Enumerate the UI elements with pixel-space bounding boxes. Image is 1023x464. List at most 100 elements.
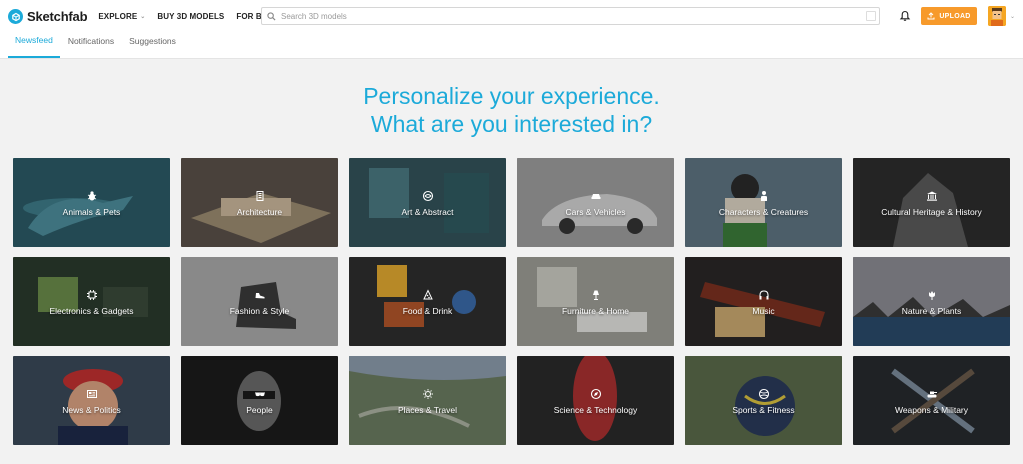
category-label: Nature & Plants xyxy=(901,305,962,316)
card-overlay xyxy=(517,356,674,445)
building-icon xyxy=(253,189,267,203)
lamp-icon xyxy=(589,288,603,302)
category-card-cars-vehicles[interactable]: Cars & Vehicles xyxy=(517,158,674,247)
sun-icon xyxy=(421,387,435,401)
card-overlay xyxy=(181,356,338,445)
page-heading: Personalize your experience. What are yo… xyxy=(0,82,1023,138)
brand-name: Sketchfab xyxy=(27,9,88,24)
pizza-icon xyxy=(421,288,435,302)
card-overlay xyxy=(349,158,506,247)
chevron-down-icon[interactable]: ⌄ xyxy=(1010,13,1015,20)
category-card-nature-plants[interactable]: Nature & Plants xyxy=(853,257,1010,346)
search-filter-button[interactable] xyxy=(866,11,876,21)
search-bar[interactable] xyxy=(261,7,880,25)
heading-line-1: Personalize your experience. xyxy=(363,83,660,109)
headphones-icon xyxy=(757,288,771,302)
category-label: People xyxy=(246,404,273,415)
card-overlay xyxy=(685,158,842,247)
category-card-places-travel[interactable]: Places & Travel xyxy=(349,356,506,445)
category-label: Characters & Creatures xyxy=(718,206,809,217)
category-label: Cars & Vehicles xyxy=(565,206,626,217)
tab-notifications[interactable]: Notifications xyxy=(61,32,121,58)
category-card-electronics-gadgets[interactable]: Electronics & Gadgets xyxy=(13,257,170,346)
flower-icon xyxy=(925,288,939,302)
tank-icon xyxy=(925,387,939,401)
person-icon xyxy=(757,189,771,203)
card-overlay xyxy=(853,158,1010,247)
compass-icon xyxy=(589,387,603,401)
search-input[interactable] xyxy=(281,11,861,21)
card-overlay xyxy=(517,257,674,346)
card-overlay xyxy=(853,257,1010,346)
category-label: Architecture xyxy=(236,206,283,217)
shoe-icon xyxy=(253,288,267,302)
card-overlay xyxy=(349,257,506,346)
category-card-music[interactable]: Music xyxy=(685,257,842,346)
card-overlay xyxy=(349,356,506,445)
category-label: Places & Travel xyxy=(397,404,458,415)
card-overlay xyxy=(13,158,170,247)
nav-buy-3d-models[interactable]: BUY 3D MODELS xyxy=(157,12,224,21)
top-navbar: Sketchfab EXPLORE ⌄ BUY 3D MODELS FOR BU… xyxy=(0,0,1023,33)
category-label: Music xyxy=(752,305,775,316)
sketchfab-logo-icon xyxy=(8,9,23,24)
category-card-architecture[interactable]: Architecture xyxy=(181,158,338,247)
sketchfab-logo[interactable]: Sketchfab xyxy=(8,9,88,24)
feed-tabs: Newsfeed Notifications Suggestions xyxy=(0,33,1023,59)
category-card-news-politics[interactable]: News & Politics xyxy=(13,356,170,445)
category-card-science-technology[interactable]: Science & Technology xyxy=(517,356,674,445)
category-grid: Animals & Pets Architecture Art & Abstra… xyxy=(13,158,1010,445)
heading-line-2: What are you interested in? xyxy=(370,111,653,137)
search-icon xyxy=(267,11,276,21)
category-card-animals-pets[interactable]: Animals & Pets xyxy=(13,158,170,247)
category-card-characters-creatures[interactable]: Characters & Creatures xyxy=(685,158,842,247)
category-card-people[interactable]: People xyxy=(181,356,338,445)
newspaper-icon xyxy=(85,387,99,401)
category-label: Fashion & Style xyxy=(229,305,290,316)
card-overlay xyxy=(685,356,842,445)
category-card-furniture-home[interactable]: Furniture & Home xyxy=(517,257,674,346)
category-label: Electronics & Gadgets xyxy=(49,305,134,316)
avatar-face-icon xyxy=(988,6,1006,26)
category-card-sports-fitness[interactable]: Sports & Fitness xyxy=(685,356,842,445)
upload-label: UPLOAD xyxy=(939,12,971,20)
nav-explore-label: EXPLORE xyxy=(98,12,138,21)
tab-newsfeed[interactable]: Newsfeed xyxy=(8,32,60,58)
card-overlay xyxy=(13,356,170,445)
card-overlay xyxy=(853,356,1010,445)
card-overlay xyxy=(181,257,338,346)
card-overlay xyxy=(685,257,842,346)
bug-icon xyxy=(85,189,99,203)
tab-suggestions[interactable]: Suggestions xyxy=(122,32,183,58)
category-label: Animals & Pets xyxy=(62,206,121,217)
upload-icon xyxy=(927,12,935,20)
user-avatar[interactable] xyxy=(988,6,1006,26)
category-label: Furniture & Home xyxy=(561,305,630,316)
sunglasses-icon xyxy=(253,387,267,401)
card-overlay xyxy=(13,257,170,346)
chip-icon xyxy=(85,288,99,302)
category-card-fashion-style[interactable]: Fashion & Style xyxy=(181,257,338,346)
card-overlay xyxy=(517,158,674,247)
category-card-cultural-heritage-history[interactable]: Cultural Heritage & History xyxy=(853,158,1010,247)
category-label: Sports & Fitness xyxy=(732,404,795,415)
upload-button[interactable]: UPLOAD xyxy=(921,7,977,25)
museum-icon xyxy=(925,189,939,203)
nav-buy-label: BUY 3D MODELS xyxy=(157,12,225,21)
category-card-weapons-military[interactable]: Weapons & Military xyxy=(853,356,1010,445)
category-card-food-drink[interactable]: Food & Drink xyxy=(349,257,506,346)
ball-icon xyxy=(757,387,771,401)
nav-explore[interactable]: EXPLORE ⌄ xyxy=(98,12,145,21)
category-label: Art & Abstract xyxy=(401,206,454,217)
category-label: Science & Technology xyxy=(553,404,638,415)
category-label: News & Politics xyxy=(62,404,121,415)
swirl-icon xyxy=(421,189,435,203)
chevron-down-icon: ⌄ xyxy=(140,14,146,20)
notifications-bell-icon[interactable] xyxy=(899,10,911,22)
card-overlay xyxy=(181,158,338,247)
car-icon xyxy=(589,189,603,203)
category-label: Cultural Heritage & History xyxy=(881,206,982,217)
category-card-art-abstract[interactable]: Art & Abstract xyxy=(349,158,506,247)
category-label: Weapons & Military xyxy=(894,404,969,415)
category-label: Food & Drink xyxy=(402,305,453,316)
